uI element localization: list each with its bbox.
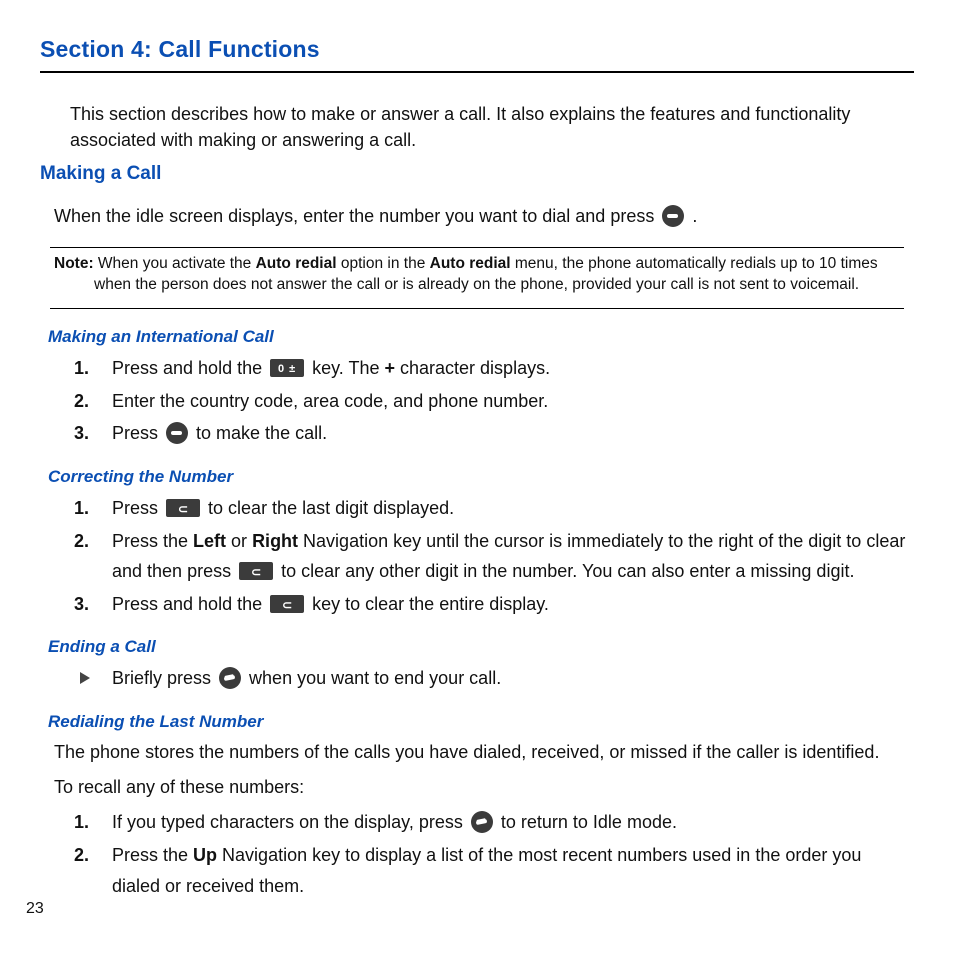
note-text-1: When you activate the [98,255,256,272]
list-item: 3. Press to make the call. [74,418,914,449]
section-intro: This section describes how to make or an… [70,101,914,153]
step-number: 3. [74,589,89,620]
call-key-icon [166,422,188,444]
end-key-icon [219,667,241,689]
clear-key-icon [239,562,273,580]
plus-char: + [385,358,396,378]
note-bottom-rule [50,308,904,309]
list-item: 3. Press and hold the key to clear the e… [74,589,914,620]
step-text: key. The [312,358,384,378]
step-number: 3. [74,418,89,449]
note-bold-2: Auto redial [430,255,511,272]
step-text: Navigation key to display a list of the … [112,845,861,896]
manual-page: Section 4: Call Functions This section d… [0,0,954,954]
making-a-call-heading: Making a Call [40,163,914,185]
clear-key-icon [166,499,200,517]
list-item: 2. Enter the country code, area code, an… [74,386,914,417]
ending-call-line: Briefly press when you want to end your … [74,663,914,694]
call-key-icon [662,205,684,227]
step-number: 2. [74,526,89,557]
step-number: 1. [74,807,89,838]
correcting-steps: 1. Press to clear the last digit display… [74,493,914,619]
step-text: or [226,531,252,551]
step-text: Enter the country code, area code, and p… [112,391,548,411]
list-item: 2. Press the Up Navigation key to displa… [74,840,914,901]
step-text: Press the [112,531,193,551]
ending-call-heading: Ending a Call [48,637,914,657]
triangle-bullet-icon [80,672,90,684]
intl-call-heading: Making an International Call [48,327,914,347]
step-text: character displays. [395,358,550,378]
left-key: Left [193,531,226,551]
intl-call-steps: 1. Press and hold the key. The + charact… [74,353,914,449]
zero-plus-key-icon [270,359,304,377]
end-text-after: when you want to end your call. [249,668,501,688]
making-text-after: . [692,206,697,226]
step-text: to make the call. [196,423,327,443]
note-block: Note: When you activate the Auto redial … [54,254,900,296]
step-number: 2. [74,840,89,871]
note-bold-1: Auto redial [256,255,337,272]
step-text: to return to Idle mode. [501,812,677,832]
end-key-icon [471,811,493,833]
list-item: 2. Press the Left or Right Navigation ke… [74,526,914,587]
end-text-before: Briefly press [112,668,216,688]
page-number: 23 [26,900,44,918]
list-item: 1. If you typed characters on the displa… [74,807,914,838]
redial-para-2: To recall any of these numbers: [54,773,914,802]
up-key: Up [193,845,217,865]
making-text-before: When the idle screen displays, enter the… [54,206,659,226]
step-number: 1. [74,353,89,384]
note-top-rule [50,247,904,248]
step-text: If you typed characters on the display, … [112,812,468,832]
step-text: Press and hold the [112,358,267,378]
step-text: key to clear the entire display. [312,594,549,614]
step-text: Press [112,423,163,443]
redial-para-1: The phone stores the numbers of the call… [54,738,914,767]
redial-heading: Redialing the Last Number [48,712,914,732]
right-key: Right [252,531,298,551]
step-text: to clear the last digit displayed. [208,498,454,518]
step-text: to clear any other digit in the number. … [281,561,854,581]
clear-key-icon [270,595,304,613]
correcting-heading: Correcting the Number [48,467,914,487]
step-text: Press [112,498,163,518]
title-underline [40,71,914,73]
note-label: Note: [54,255,94,272]
list-item: 1. Press and hold the key. The + charact… [74,353,914,384]
step-number: 1. [74,493,89,524]
note-text-2: option in the [337,255,430,272]
section-title: Section 4: Call Functions [40,36,914,63]
redial-steps: 1. If you typed characters on the displa… [74,807,914,901]
step-text: Press the [112,845,193,865]
step-number: 2. [74,386,89,417]
step-text: Press and hold the [112,594,267,614]
list-item: 1. Press to clear the last digit display… [74,493,914,524]
making-a-call-text: When the idle screen displays, enter the… [54,203,914,229]
